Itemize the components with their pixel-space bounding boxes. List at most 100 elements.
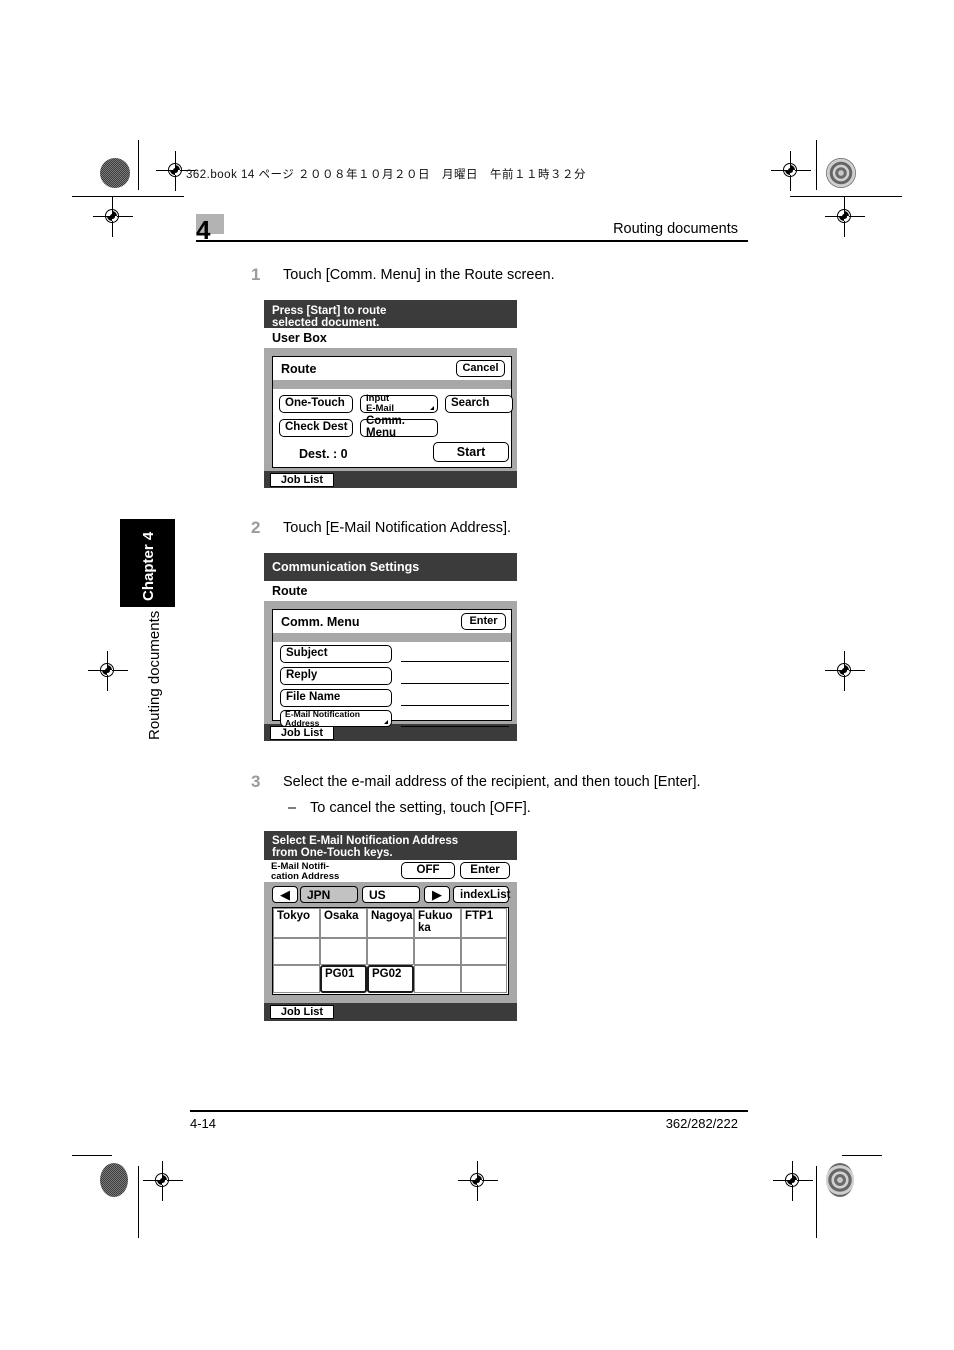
panel2-divider bbox=[273, 633, 511, 642]
panel3-subtitle-bar: E-Mail Notifi- cation Address OFF Enter bbox=[264, 860, 517, 882]
index-tab-jpn[interactable]: JPN bbox=[300, 886, 358, 903]
crop-line-top-left-v bbox=[138, 140, 140, 190]
panel1-title-line1: Press [Start] to route bbox=[272, 305, 387, 317]
registration-mark-mid-right bbox=[825, 651, 865, 691]
index-tab-us[interactable]: US bbox=[362, 886, 420, 903]
crop-line-bottom-left bbox=[72, 1155, 112, 1157]
lcd-panel-select-email-notification-address: Select E-Mail Notification Address from … bbox=[264, 831, 517, 1021]
one-touch-key-0-4[interactable]: FTP1 bbox=[461, 908, 507, 938]
step-3-sub-dash: – bbox=[288, 800, 297, 816]
panel3-bar-label-line2: cation Address bbox=[271, 871, 340, 882]
footer-page-number: 4-14 bbox=[190, 1116, 217, 1131]
one-touch-key-1-0[interactable] bbox=[273, 938, 320, 965]
registration-mark-bottom-right bbox=[773, 1161, 813, 1201]
step-2-text: Touch [E-Mail Notification Address]. bbox=[283, 520, 512, 536]
one-touch-key-2-4[interactable] bbox=[461, 965, 507, 993]
panel1-divider bbox=[273, 380, 511, 389]
step-3-sub-text: To cancel the setting, touch [OFF]. bbox=[310, 800, 531, 816]
chapter-side-tab: Chapter 4 bbox=[120, 519, 175, 607]
panel2-job-list-button[interactable]: Job List bbox=[270, 726, 334, 740]
page-header-title: Routing documents bbox=[613, 221, 738, 237]
subject-value-line bbox=[401, 661, 509, 663]
one-touch-button[interactable]: One-Touch bbox=[279, 395, 353, 413]
panel2-bar-label: Comm. Menu bbox=[281, 615, 360, 629]
one-touch-key-2-2[interactable]: PG02 bbox=[367, 965, 414, 993]
print-header-text: 362.book 14 ページ ２００８年１０月２０日 月曜日 午前１１時３２分 bbox=[186, 169, 586, 181]
panel2-subtitle-bar: Route bbox=[264, 581, 517, 601]
email-notification-address-button[interactable]: E-Mail Notification Address bbox=[280, 709, 392, 727]
chapter-side-tab-label: Chapter 4 bbox=[140, 531, 157, 601]
crop-line-bottom-left-v bbox=[138, 1166, 140, 1238]
crop-line-bottom-right-v bbox=[816, 1166, 818, 1238]
one-touch-key-1-1[interactable] bbox=[320, 938, 367, 965]
registration-mark-mid-left bbox=[88, 651, 128, 691]
registration-mark-top-right-upper bbox=[771, 151, 811, 191]
one-touch-key-1-4[interactable] bbox=[461, 938, 507, 965]
crop-line-top-right-v bbox=[816, 140, 818, 190]
one-touch-key-0-2[interactable]: Nagoya bbox=[367, 908, 414, 938]
search-button[interactable]: Search bbox=[445, 395, 513, 413]
dest-count-label: Dest. : 0 bbox=[299, 447, 348, 461]
panel3-enter-button[interactable]: Enter bbox=[460, 862, 510, 879]
prev-index-arrow-icon[interactable]: ◀ bbox=[272, 886, 298, 903]
panel2-subtitle: Route bbox=[272, 584, 308, 598]
footer-rule bbox=[190, 1110, 748, 1112]
input-email-label-line2: E-Mail bbox=[366, 403, 394, 414]
start-button[interactable]: Start bbox=[433, 442, 509, 462]
step-1-text: Touch [Comm. Menu] in the Route screen. bbox=[283, 267, 555, 283]
footer-model-numbers: 362/282/222 bbox=[665, 1116, 738, 1131]
lcd-panel-communication-settings: Communication Settings Route Comm. Menu … bbox=[264, 553, 517, 741]
registration-mark-bottom-center bbox=[458, 1161, 498, 1201]
panel3-title-line2: from One-Touch keys. bbox=[272, 847, 393, 859]
crop-line-bottom-right bbox=[842, 1155, 882, 1157]
index-list-button[interactable]: indexList bbox=[453, 886, 510, 903]
file-name-value-line bbox=[401, 705, 509, 707]
print-control-patch-tr bbox=[826, 158, 856, 188]
panel1-subtitle: User Box bbox=[272, 331, 327, 345]
lcd-panel-route: Press [Start] to route selected document… bbox=[264, 300, 517, 488]
one-touch-key-0-0[interactable]: Tokyo bbox=[273, 908, 320, 938]
cancel-button[interactable]: Cancel bbox=[456, 360, 505, 377]
panel2-title: Communication Settings bbox=[272, 560, 420, 574]
registration-mark-top-left bbox=[93, 197, 133, 237]
one-touch-key-2-0[interactable] bbox=[273, 965, 320, 993]
panel3-job-list-button[interactable]: Job List bbox=[270, 1005, 334, 1019]
subject-button[interactable]: Subject bbox=[280, 645, 392, 663]
one-touch-key-1-3[interactable] bbox=[414, 938, 461, 965]
one-touch-key-0-3[interactable]: Fukuo ka bbox=[414, 908, 461, 938]
check-dest-button[interactable]: Check Dest bbox=[279, 419, 353, 437]
panel1-job-list-button[interactable]: Job List bbox=[270, 473, 334, 487]
panel1-bar-label: Route bbox=[281, 362, 317, 376]
one-touch-key-grid: Tokyo Osaka Nagoya Fukuo ka FTP1 PG01 PG0… bbox=[272, 907, 509, 995]
one-touch-key-2-3[interactable] bbox=[414, 965, 461, 993]
side-caption: Routing documents bbox=[146, 610, 163, 740]
crop-line-top-right bbox=[790, 196, 902, 198]
off-button[interactable]: OFF bbox=[401, 862, 455, 879]
reply-value-line bbox=[401, 683, 509, 685]
one-touch-key-2-1[interactable]: PG01 bbox=[320, 965, 367, 993]
panel1-content-area: Route Cancel One-Touch Input E-Mail Sear… bbox=[272, 356, 513, 468]
email-notification-value-line bbox=[401, 726, 509, 728]
comm-menu-button[interactable]: Comm. Menu bbox=[360, 415, 438, 439]
input-email-button[interactable]: Input E-Mail bbox=[360, 394, 438, 414]
step-3-text: Select the e-mail address of the recipie… bbox=[283, 774, 701, 790]
one-touch-key-0-1[interactable]: Osaka bbox=[320, 908, 367, 938]
print-control-patch-br bbox=[826, 1163, 854, 1197]
next-index-arrow-icon[interactable]: ▶ bbox=[424, 886, 450, 903]
panel3-title-line1: Select E-Mail Notification Address bbox=[272, 835, 459, 847]
crop-line-top-left bbox=[72, 196, 184, 198]
one-touch-key-1-2[interactable] bbox=[367, 938, 414, 965]
reply-button[interactable]: Reply bbox=[280, 667, 392, 685]
panel2-body: Comm. Menu Enter Subject Reply File Name… bbox=[264, 601, 517, 728]
step-2-number: 2 bbox=[251, 518, 261, 537]
panel3-body: ◀ JPN US ▶ indexList Tokyo Osaka Nagoya … bbox=[264, 882, 517, 1003]
step-3-number: 3 bbox=[251, 772, 261, 791]
panel2-content-area: Comm. Menu Enter Subject Reply File Name… bbox=[272, 609, 512, 728]
panel1-body: Route Cancel One-Touch Input E-Mail Sear… bbox=[264, 348, 517, 471]
registration-mark-bottom-left bbox=[143, 1161, 183, 1201]
print-control-patch-bl bbox=[100, 1163, 128, 1197]
header-rule bbox=[196, 240, 748, 242]
file-name-button[interactable]: File Name bbox=[280, 689, 392, 707]
enter-button[interactable]: Enter bbox=[461, 613, 506, 630]
step-1-number: 1 bbox=[251, 265, 261, 284]
